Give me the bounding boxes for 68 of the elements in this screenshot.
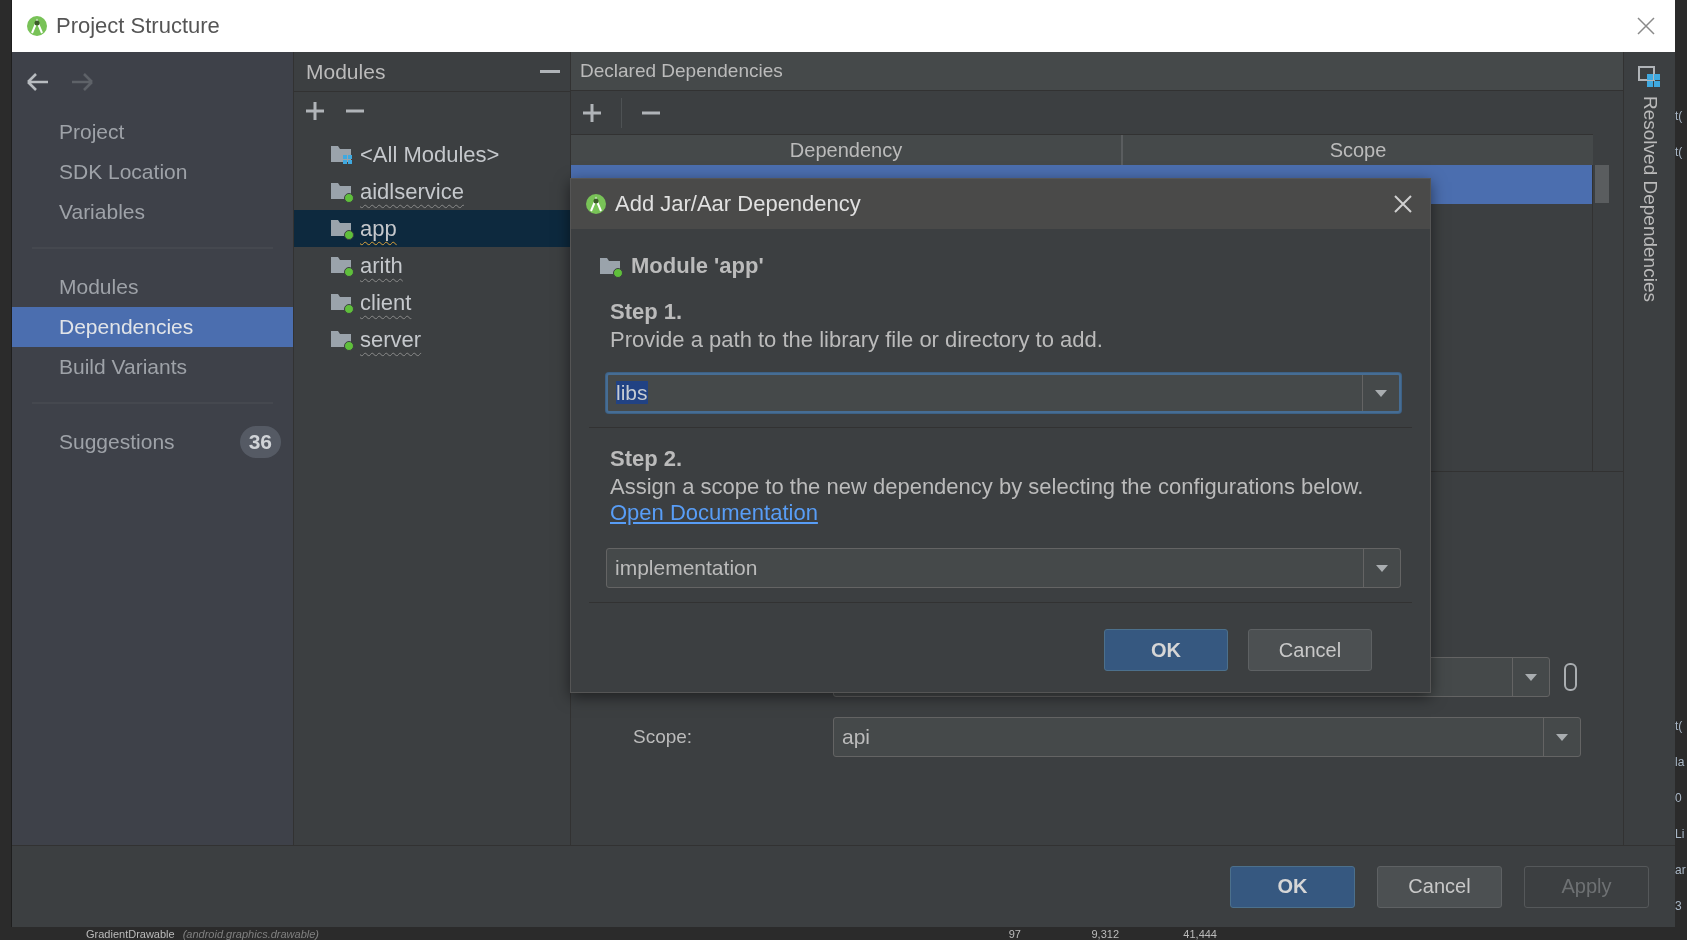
modules-folder-icon — [330, 143, 354, 166]
back-arrow-icon[interactable] — [26, 72, 50, 92]
module-item[interactable]: <All Modules> — [294, 136, 570, 173]
documentation-link[interactable]: Open Documentation — [610, 500, 818, 528]
add-icon[interactable] — [306, 102, 324, 120]
list-cell: GradientDrawable — [86, 927, 175, 940]
list-cell: (android.graphics.drawable) — [182, 927, 319, 940]
dropdown-field[interactable]: implementation — [606, 548, 1401, 588]
dropdown-field[interactable]: libs — [606, 373, 1401, 413]
sidebar-item[interactable]: Modules — [12, 267, 293, 307]
scrollbar-thumb[interactable] — [1595, 165, 1609, 203]
module-item[interactable]: app — [294, 210, 570, 247]
code-fragment: la — [1675, 754, 1686, 771]
sidebar-item[interactable]: Variables — [12, 192, 293, 232]
code-fragment: 3 — [1675, 898, 1683, 915]
module-folder-icon — [330, 217, 354, 240]
module-folder-icon — [330, 328, 354, 351]
code-fragment: 0 — [1675, 790, 1683, 807]
panel-title: Declared Dependencies — [580, 60, 783, 82]
sidebar-item[interactable]: Build Variants — [12, 347, 293, 387]
module-item[interactable]: aidlservice — [294, 173, 570, 210]
count-badge: 36 — [239, 426, 281, 458]
close-icon[interactable] — [1394, 195, 1412, 213]
step-heading: Step 1. — [610, 298, 684, 325]
action-button[interactable]: Cancel — [1248, 629, 1372, 671]
list-cell-text: 97 — [1007, 927, 1021, 940]
step-description: Provide a path to the library file or directory to add. — [610, 326, 1104, 353]
code-fragment: t( — [1675, 718, 1684, 735]
dependencies-icon[interactable] — [1638, 66, 1661, 88]
dropdown-field[interactable]: api — [833, 717, 1581, 757]
module-heading: Module 'app' — [631, 253, 764, 279]
window-title: Project Structure — [56, 13, 221, 39]
sidebar-item[interactable]: Project — [12, 112, 293, 152]
module-folder-icon — [330, 180, 354, 203]
android-logo-icon — [26, 15, 48, 37]
list-cell-text: 9,312 — [1090, 927, 1119, 940]
handle-icon[interactable] — [1564, 663, 1577, 691]
module-folder-icon — [330, 291, 354, 314]
step-heading: Step 2. — [610, 445, 684, 472]
android-logo-icon — [585, 193, 607, 215]
sidebar-item[interactable]: Dependencies — [12, 307, 293, 347]
dialog-title: Add Jar/Aar Dependency — [615, 191, 862, 217]
remove-icon[interactable] — [642, 110, 660, 115]
close-icon[interactable] — [1637, 17, 1655, 35]
dropdown-arrow-icon — [1525, 673, 1537, 681]
sidebar-item[interactable]: SDK Location — [12, 152, 293, 192]
column-header[interactable]: Scope — [1123, 135, 1593, 165]
dropdown-arrow-icon — [1376, 564, 1388, 572]
code-fragment: Li — [1675, 826, 1686, 843]
module-folder-icon — [330, 254, 354, 277]
code-fragment: t( — [1675, 144, 1684, 161]
sidebar-item[interactable]: Suggestions — [59, 430, 240, 454]
dropdown-arrow-icon — [1375, 389, 1387, 397]
module-item[interactable]: arith — [294, 247, 570, 284]
list-cell-text: 41,444 — [1182, 927, 1217, 940]
dropdown-arrow-icon — [1556, 733, 1568, 741]
action-button[interactable]: OK — [1104, 629, 1228, 671]
step-description: Assign a scope to the new dependency by selecting the configurations below. — [610, 473, 1365, 500]
field-label: Scope: — [633, 726, 694, 748]
module-item[interactable]: server — [294, 321, 570, 358]
code-fragment: t( — [1675, 108, 1684, 125]
code-fragment: ar — [1675, 862, 1687, 879]
action-button[interactable]: OK — [1230, 865, 1355, 908]
add-icon[interactable] — [583, 103, 601, 122]
panel-title: Modules — [306, 59, 386, 84]
module-item[interactable]: client — [294, 284, 570, 321]
side-tab[interactable]: Resolved Dependencies — [1638, 96, 1661, 302]
action-button[interactable]: Cancel — [1377, 865, 1502, 908]
